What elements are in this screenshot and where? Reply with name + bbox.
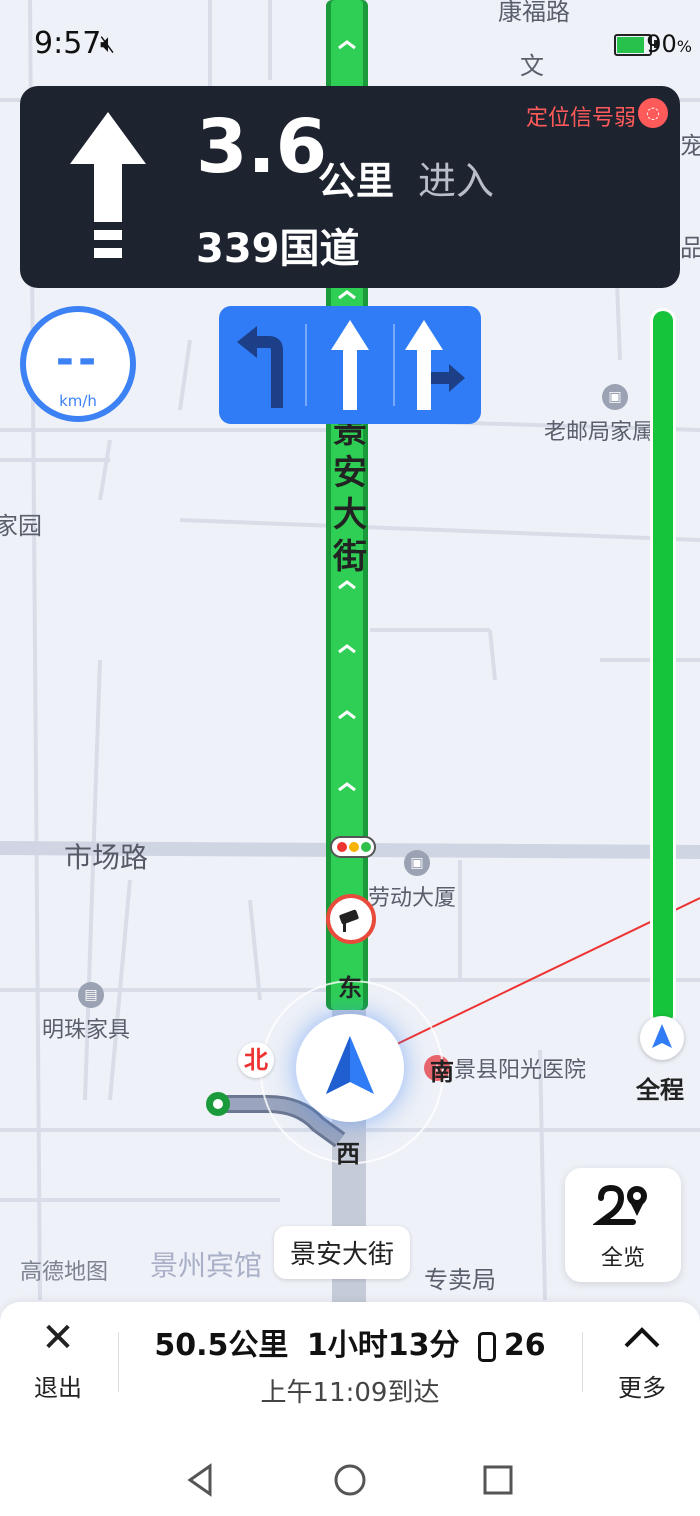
action-text: 进入	[418, 159, 495, 203]
next-road-name: 339国道	[196, 226, 360, 272]
building-icon: ▣	[602, 384, 628, 410]
speed-unit: km/h	[59, 392, 97, 410]
remaining-time: 1小时13分	[306, 1328, 460, 1363]
poi-hospital-label: 景县阳光医院	[454, 1058, 587, 1083]
route-progress-bar	[650, 308, 676, 1028]
distance-unit: 公里	[318, 159, 395, 203]
system-nav-bar	[0, 1452, 700, 1512]
market-road-label: 市场路	[64, 841, 149, 874]
poi-labor-building-label: 劳动大厦	[368, 886, 457, 911]
current-location-marker[interactable]	[296, 1014, 404, 1122]
next-turn-distance: 3.6	[196, 104, 328, 190]
home-icon[interactable]	[330, 1460, 370, 1500]
back-icon[interactable]	[180, 1460, 220, 1500]
more-label: 更多	[618, 1374, 666, 1402]
navigation-arrow-icon	[326, 1036, 374, 1094]
shop-icon: ▤	[78, 982, 104, 1008]
clock: 9:57	[34, 26, 102, 61]
compass-west: 西	[336, 1140, 360, 1168]
battery-percent: 90%	[646, 30, 692, 58]
chevron-up-icon	[584, 1318, 700, 1365]
poi-labor-building[interactable]: ▣ 劳动大厦	[368, 850, 456, 912]
compass-south: 南	[430, 1058, 454, 1086]
progress-position-marker	[640, 1016, 684, 1060]
overview-button[interactable]: 全览	[565, 1168, 681, 1282]
building-icon: ▣	[404, 850, 430, 876]
left-area-label: 家园	[0, 512, 42, 540]
mute-icon: 🔇︎	[100, 30, 116, 58]
progress-label: 全程	[636, 1076, 684, 1104]
hotel-label: 景州宾馆	[150, 1249, 263, 1282]
overview-label: 全览	[600, 1246, 645, 1271]
shop-label: 专卖局	[424, 1266, 496, 1294]
close-icon: ✕	[41, 1315, 75, 1361]
remaining-distance: 50.5公里	[154, 1328, 289, 1363]
weak-signal-icon: ◌	[638, 98, 668, 128]
gps-warning: 定位信号弱	[525, 106, 636, 131]
traffic-light-count-icon	[477, 1331, 496, 1362]
lane-straight-right-icon	[405, 320, 465, 410]
straight-arrow-icon	[70, 112, 146, 258]
arrival-time: 上午11:09到达	[260, 1378, 440, 1408]
recents-icon[interactable]	[478, 1460, 518, 1500]
current-road-pill: 景安大街	[274, 1226, 411, 1279]
poi-mingzhu[interactable]: ▤ 明珠家具	[42, 982, 130, 1044]
route-overview-icon	[593, 1184, 647, 1225]
main-road-label: 景安大街	[333, 411, 367, 577]
speed-indicator: -- km/h	[20, 306, 136, 422]
exit-label: 退出	[34, 1374, 82, 1402]
status-bar: 9:57 🔇︎ 90%	[0, 0, 700, 88]
compass-north: 北	[238, 1042, 274, 1078]
bottom-panel: ✕ 退出 50.5公里 1小时13分 26 上午11:09到达 更多	[0, 1302, 700, 1516]
speed-value: --	[55, 334, 101, 385]
lane-left-turn-icon	[237, 326, 283, 408]
route-progress-fill	[653, 311, 673, 1025]
poi-mingzhu-label: 明珠家具	[42, 1018, 131, 1043]
guidance-panel[interactable]: 3.6 公里 进入 339国道 定位信号弱 ◌	[20, 86, 680, 288]
traffic-light-count: 26	[503, 1328, 546, 1363]
map-watermark: 高德地图	[20, 1260, 109, 1285]
trip-summary: 50.5公里 1小时13分 26	[120, 1320, 580, 1364]
edge-label-2: 品	[680, 234, 700, 262]
navigation-arrow-icon	[652, 1024, 672, 1048]
traffic-light-icon	[330, 836, 376, 858]
edge-label-1: 宠	[680, 132, 700, 160]
lane-guidance	[219, 306, 481, 424]
speed-camera-icon	[326, 894, 376, 944]
lane-straight-icon	[331, 320, 369, 410]
compass-east: 东	[338, 974, 362, 1002]
exit-button[interactable]: ✕ 退出	[0, 1302, 116, 1412]
more-button[interactable]: 更多	[584, 1302, 700, 1412]
